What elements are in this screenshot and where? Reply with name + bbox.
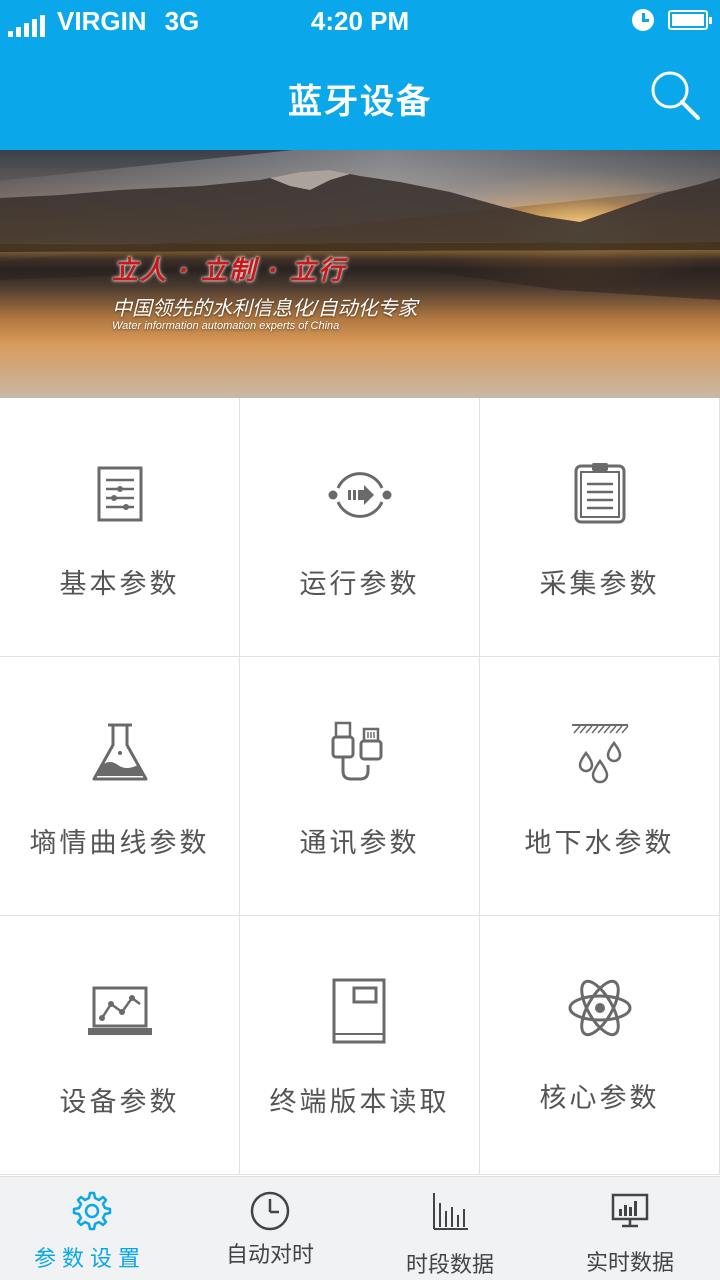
- hero-banner: 立人 · 立制 · 立行 中国领先的水利信息化/自动化专家 Water info…: [0, 150, 720, 398]
- grid-item-groundwater-params[interactable]: 地下水参数: [480, 657, 720, 916]
- alarm-clock-icon: [632, 9, 654, 31]
- sliders-icon: [97, 466, 142, 522]
- grid-item-label: 采集参数: [539, 569, 660, 600]
- tab-realtime-data[interactable]: 实时数据: [540, 1177, 720, 1280]
- grid-item-label: 运行参数: [299, 569, 420, 600]
- grid-item-comm-params[interactable]: 通讯参数: [240, 657, 480, 916]
- tab-label: 实时数据: [585, 1251, 674, 1276]
- tab-auto-time-sync[interactable]: 自动对时: [180, 1177, 360, 1280]
- tab-period-data[interactable]: 时段数据: [360, 1177, 540, 1280]
- grid-item-label: 设备参数: [59, 1087, 180, 1118]
- grid-item-device-params[interactable]: 设备参数: [0, 916, 240, 1175]
- status-bar: VIRGIN 3G 4:20 PM: [0, 0, 720, 44]
- banner-tagline: 中国领先的水利信息化/自动化专家: [112, 298, 418, 320]
- tab-label: 自动对时: [225, 1243, 314, 1268]
- banner-tagline-english: Water information automation experts of …: [112, 320, 340, 332]
- bar-chart-icon: [433, 1193, 468, 1230]
- page-title: 蓝牙设备: [288, 82, 432, 122]
- clock-icon: [250, 1191, 290, 1231]
- monitor-chart-icon: [611, 1193, 649, 1228]
- grid-item-label: 墒情曲线参数: [29, 828, 210, 859]
- grid-item-basic-params[interactable]: 基本参数: [0, 398, 240, 657]
- tab-param-settings[interactable]: 参数设置: [0, 1177, 180, 1280]
- laptop-chart-icon: [87, 986, 152, 1035]
- grid-item-run-params[interactable]: 运行参数: [240, 398, 480, 657]
- grid-item-moisture-curve-params[interactable]: 墒情曲线参数: [0, 657, 240, 916]
- status-time: 4:20 PM: [310, 6, 410, 36]
- grid-item-firmware-version[interactable]: 终端版本读取: [240, 916, 480, 1175]
- tab-label: 参数设置: [33, 1247, 146, 1272]
- grid-item-label: 终端版本读取: [269, 1087, 450, 1118]
- battery-icon: [668, 10, 712, 30]
- usb-cable-icon: [331, 721, 382, 781]
- search-icon: [651, 71, 700, 120]
- bottom-tab-bar: 参数设置 自动对时 时段数据 实时数据: [0, 1176, 720, 1280]
- grid-item-label: 通讯参数: [299, 828, 420, 859]
- flask-icon: [92, 723, 147, 781]
- status-right: [632, 9, 712, 31]
- grid-item-collect-params[interactable]: 采集参数: [480, 398, 720, 657]
- clipboard-icon: [574, 463, 625, 524]
- search-button[interactable]: [648, 68, 704, 124]
- gear-icon: [72, 1191, 112, 1231]
- tab-label: 时段数据: [405, 1253, 494, 1278]
- grid-item-label: 基本参数: [59, 569, 180, 600]
- cycle-arrow-icon: [328, 472, 391, 518]
- banner-slogan: 立人 · 立制 · 立行: [112, 256, 347, 286]
- grid-item-label: 地下水参数: [524, 828, 675, 859]
- water-drops-icon: [571, 724, 629, 784]
- device-box-icon: [332, 978, 385, 1044]
- parameter-grid: 基本参数 运行参数 采集参数 墒情曲线参数 通讯参数 地下水参数 设备参数 终端…: [0, 398, 720, 1176]
- title-bar: 蓝牙设备: [0, 44, 720, 150]
- grid-item-label: 核心参数: [539, 1083, 660, 1114]
- atom-icon: [568, 979, 631, 1037]
- grid-item-core-params[interactable]: 核心参数: [480, 916, 720, 1175]
- mountain-landscape: [0, 170, 720, 300]
